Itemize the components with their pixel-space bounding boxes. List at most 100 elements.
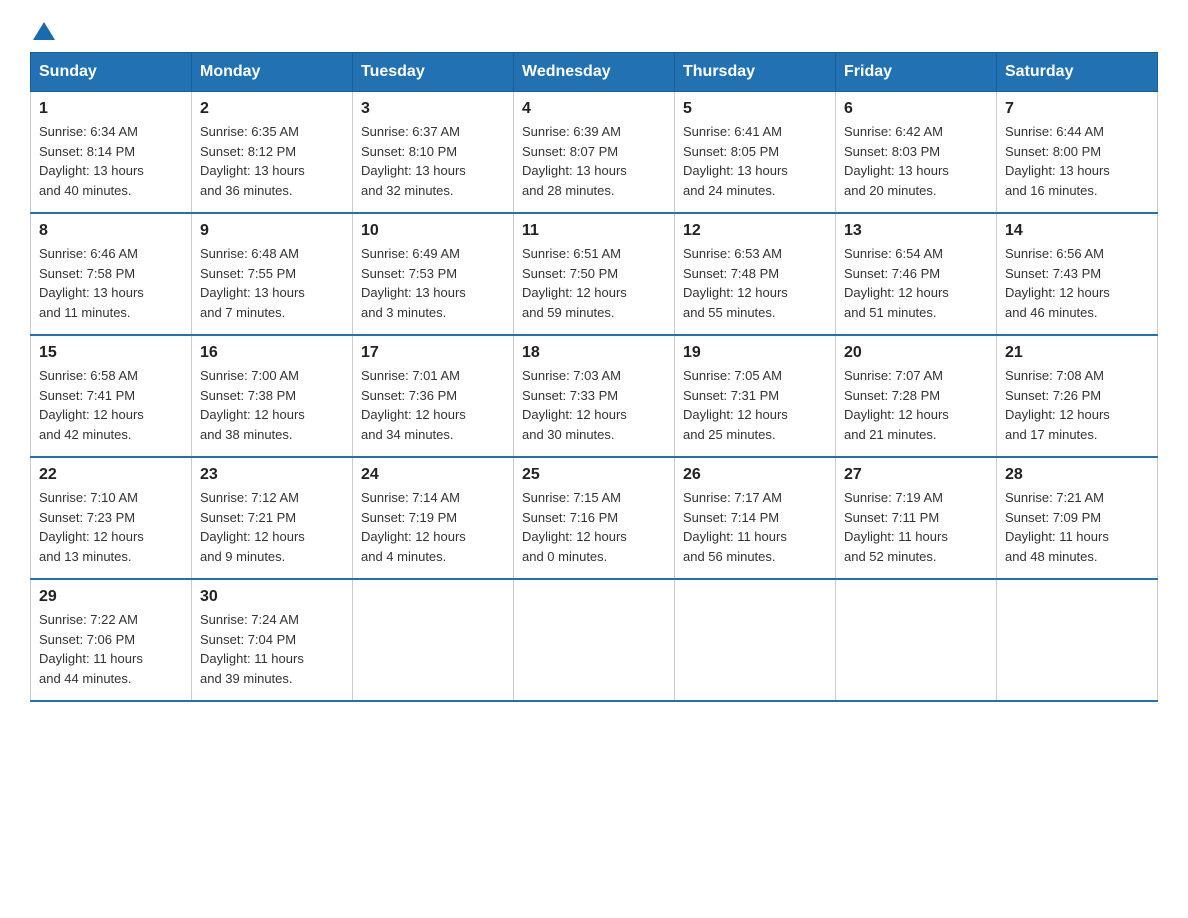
day-number: 15 [39, 344, 183, 362]
calendar-cell: 28 Sunrise: 7:21 AMSunset: 7:09 PMDayligh… [997, 457, 1158, 579]
calendar-cell: 14 Sunrise: 6:56 AMSunset: 7:43 PMDayligh… [997, 213, 1158, 335]
calendar-cell: 23 Sunrise: 7:12 AMSunset: 7:21 PMDayligh… [192, 457, 353, 579]
calendar-header-thursday: Thursday [675, 53, 836, 92]
calendar-cell: 30 Sunrise: 7:24 AMSunset: 7:04 PMDayligh… [192, 579, 353, 701]
calendar-header-tuesday: Tuesday [353, 53, 514, 92]
calendar-table: SundayMondayTuesdayWednesdayThursdayFrid… [30, 52, 1158, 702]
day-info: Sunrise: 6:44 AMSunset: 8:00 PMDaylight:… [1005, 122, 1149, 200]
calendar-cell: 29 Sunrise: 7:22 AMSunset: 7:06 PMDayligh… [31, 579, 192, 701]
calendar-cell: 22Sunrise: 7:10 AMSunset: 7:23 PMDayligh… [31, 457, 192, 579]
calendar-header-wednesday: Wednesday [514, 53, 675, 92]
day-number: 29 [39, 588, 183, 606]
day-number: 14 [1005, 222, 1149, 240]
calendar-cell [514, 579, 675, 701]
day-info: Sunrise: 7:00 AMSunset: 7:38 PMDaylight:… [200, 366, 344, 444]
day-info: Sunrise: 6:53 AMSunset: 7:48 PMDaylight:… [683, 244, 827, 322]
day-info: Sunrise: 7:19 AMSunset: 7:11 PMDaylight:… [844, 488, 988, 566]
calendar-cell: 25 Sunrise: 7:15 AMSunset: 7:16 PMDayligh… [514, 457, 675, 579]
day-info: Sunrise: 6:51 AMSunset: 7:50 PMDaylight:… [522, 244, 666, 322]
day-number: 3 [361, 100, 505, 118]
page-header [30, 20, 1158, 42]
day-number: 7 [1005, 100, 1149, 118]
day-info: Sunrise: 6:58 AMSunset: 7:41 PMDaylight:… [39, 366, 183, 444]
calendar-cell: 5 Sunrise: 6:41 AMSunset: 8:05 PMDaylight… [675, 92, 836, 214]
day-number: 16 [200, 344, 344, 362]
day-info: Sunrise: 7:24 AMSunset: 7:04 PMDaylight:… [200, 610, 344, 688]
day-number: 25 [522, 466, 666, 484]
day-number: 20 [844, 344, 988, 362]
calendar-cell [675, 579, 836, 701]
day-info: Sunrise: 6:41 AMSunset: 8:05 PMDaylight:… [683, 122, 827, 200]
calendar-header-friday: Friday [836, 53, 997, 92]
calendar-week-row: 15 Sunrise: 6:58 AMSunset: 7:41 PMDayligh… [31, 335, 1158, 457]
day-info: Sunrise: 7:12 AMSunset: 7:21 PMDaylight:… [200, 488, 344, 566]
calendar-week-row: 8Sunrise: 6:46 AMSunset: 7:58 PMDaylight… [31, 213, 1158, 335]
day-info: Sunrise: 7:05 AMSunset: 7:31 PMDaylight:… [683, 366, 827, 444]
day-number: 24 [361, 466, 505, 484]
calendar-header-row: SundayMondayTuesdayWednesdayThursdayFrid… [31, 53, 1158, 92]
calendar-cell: 7 Sunrise: 6:44 AMSunset: 8:00 PMDaylight… [997, 92, 1158, 214]
day-info: Sunrise: 6:46 AMSunset: 7:58 PMDaylight:… [39, 244, 183, 322]
day-info: Sunrise: 6:35 AMSunset: 8:12 PMDaylight:… [200, 122, 344, 200]
calendar-cell: 21 Sunrise: 7:08 AMSunset: 7:26 PMDayligh… [997, 335, 1158, 457]
calendar-cell: 19 Sunrise: 7:05 AMSunset: 7:31 PMDayligh… [675, 335, 836, 457]
calendar-cell: 18Sunrise: 7:03 AMSunset: 7:33 PMDayligh… [514, 335, 675, 457]
calendar-cell: 11Sunrise: 6:51 AMSunset: 7:50 PMDayligh… [514, 213, 675, 335]
day-number: 1 [39, 100, 183, 118]
day-info: Sunrise: 7:03 AMSunset: 7:33 PMDaylight:… [522, 366, 666, 444]
day-number: 12 [683, 222, 827, 240]
calendar-header-monday: Monday [192, 53, 353, 92]
calendar-cell: 24 Sunrise: 7:14 AMSunset: 7:19 PMDayligh… [353, 457, 514, 579]
day-info: Sunrise: 7:08 AMSunset: 7:26 PMDaylight:… [1005, 366, 1149, 444]
day-info: Sunrise: 6:56 AMSunset: 7:43 PMDaylight:… [1005, 244, 1149, 322]
calendar-cell: 15 Sunrise: 6:58 AMSunset: 7:41 PMDayligh… [31, 335, 192, 457]
day-info: Sunrise: 6:54 AMSunset: 7:46 PMDaylight:… [844, 244, 988, 322]
day-number: 21 [1005, 344, 1149, 362]
day-number: 19 [683, 344, 827, 362]
day-info: Sunrise: 6:34 AMSunset: 8:14 PMDaylight:… [39, 122, 183, 200]
day-info: Sunrise: 7:10 AMSunset: 7:23 PMDaylight:… [39, 488, 183, 566]
day-number: 23 [200, 466, 344, 484]
calendar-week-row: 29 Sunrise: 7:22 AMSunset: 7:06 PMDayligh… [31, 579, 1158, 701]
day-number: 6 [844, 100, 988, 118]
day-number: 10 [361, 222, 505, 240]
calendar-cell: 10Sunrise: 6:49 AMSunset: 7:53 PMDayligh… [353, 213, 514, 335]
day-info: Sunrise: 7:17 AMSunset: 7:14 PMDaylight:… [683, 488, 827, 566]
calendar-cell: 13Sunrise: 6:54 AMSunset: 7:46 PMDayligh… [836, 213, 997, 335]
day-info: Sunrise: 6:37 AMSunset: 8:10 PMDaylight:… [361, 122, 505, 200]
day-info: Sunrise: 7:21 AMSunset: 7:09 PMDaylight:… [1005, 488, 1149, 566]
day-info: Sunrise: 7:22 AMSunset: 7:06 PMDaylight:… [39, 610, 183, 688]
day-info: Sunrise: 7:15 AMSunset: 7:16 PMDaylight:… [522, 488, 666, 566]
day-number: 17 [361, 344, 505, 362]
day-number: 28 [1005, 466, 1149, 484]
calendar-cell: 16 Sunrise: 7:00 AMSunset: 7:38 PMDayligh… [192, 335, 353, 457]
day-info: Sunrise: 7:14 AMSunset: 7:19 PMDaylight:… [361, 488, 505, 566]
calendar-week-row: 22Sunrise: 7:10 AMSunset: 7:23 PMDayligh… [31, 457, 1158, 579]
calendar-cell [836, 579, 997, 701]
calendar-cell: 1 Sunrise: 6:34 AMSunset: 8:14 PMDaylight… [31, 92, 192, 214]
day-number: 27 [844, 466, 988, 484]
day-info: Sunrise: 6:39 AMSunset: 8:07 PMDaylight:… [522, 122, 666, 200]
day-number: 4 [522, 100, 666, 118]
calendar-week-row: 1 Sunrise: 6:34 AMSunset: 8:14 PMDaylight… [31, 92, 1158, 214]
day-number: 26 [683, 466, 827, 484]
day-number: 2 [200, 100, 344, 118]
calendar-cell: 26 Sunrise: 7:17 AMSunset: 7:14 PMDayligh… [675, 457, 836, 579]
day-info: Sunrise: 7:01 AMSunset: 7:36 PMDaylight:… [361, 366, 505, 444]
calendar-cell [997, 579, 1158, 701]
day-number: 5 [683, 100, 827, 118]
day-info: Sunrise: 6:48 AMSunset: 7:55 PMDaylight:… [200, 244, 344, 322]
calendar-header-saturday: Saturday [997, 53, 1158, 92]
calendar-cell: 20 Sunrise: 7:07 AMSunset: 7:28 PMDayligh… [836, 335, 997, 457]
calendar-cell: 8Sunrise: 6:46 AMSunset: 7:58 PMDaylight… [31, 213, 192, 335]
calendar-cell: 17 Sunrise: 7:01 AMSunset: 7:36 PMDayligh… [353, 335, 514, 457]
calendar-cell: 4 Sunrise: 6:39 AMSunset: 8:07 PMDaylight… [514, 92, 675, 214]
calendar-cell: 3 Sunrise: 6:37 AMSunset: 8:10 PMDaylight… [353, 92, 514, 214]
calendar-header-sunday: Sunday [31, 53, 192, 92]
calendar-cell: 6 Sunrise: 6:42 AMSunset: 8:03 PMDaylight… [836, 92, 997, 214]
day-number: 30 [200, 588, 344, 606]
day-info: Sunrise: 7:07 AMSunset: 7:28 PMDaylight:… [844, 366, 988, 444]
day-info: Sunrise: 6:42 AMSunset: 8:03 PMDaylight:… [844, 122, 988, 200]
calendar-cell: 9Sunrise: 6:48 AMSunset: 7:55 PMDaylight… [192, 213, 353, 335]
calendar-cell [353, 579, 514, 701]
